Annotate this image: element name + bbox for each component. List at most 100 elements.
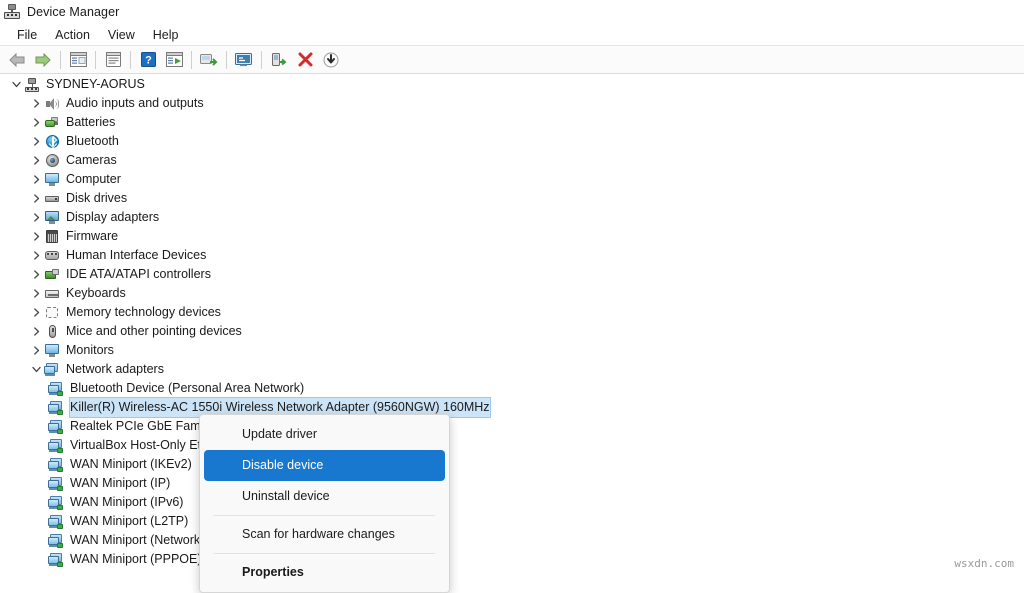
menu-item-action[interactable]: Action [46,26,99,44]
context-menu-item-properties[interactable]: Properties [204,557,445,588]
computer-root-icon [24,77,41,93]
tree-item-label: Killer(R) Wireless-AC 1550i Wireless Net… [70,400,490,414]
context-menu-item-scan-for-hardware-changes[interactable]: Scan for hardware changes [204,519,445,550]
toolbar-separator [130,51,131,69]
back-button[interactable] [4,48,30,72]
tree-item-batteries[interactable]: Batteries [0,113,1024,132]
tree-item-audio-inputs-and-outputs[interactable]: Audio inputs and outputs [0,94,1024,113]
disk-drive-icon [44,191,61,207]
tree-item-network-device[interactable]: WAN Miniport (IKEv2) [0,455,1024,474]
tree-item-label: IDE ATA/ATAPI controllers [66,265,211,284]
tree-item-root[interactable]: SYDNEY-AORUS [0,75,1024,94]
context-menu[interactable]: Update driver Disable device Uninstall d… [199,414,450,593]
toolbar-separator [95,51,96,69]
network-device-icon [48,533,65,549]
chevron-right-icon[interactable] [28,341,44,360]
tree-item-cameras[interactable]: Cameras [0,151,1024,170]
menu-item-view[interactable]: View [99,26,144,44]
tree-item-network-device[interactable]: Bluetooth Device (Personal Area Network) [0,379,1024,398]
mouse-icon [44,324,61,340]
forward-button[interactable] [30,48,56,72]
toolbar: ? [0,46,1024,74]
tree-item-label: Disk drives [66,189,127,208]
tree-item-network-device[interactable]: WAN Miniport (PPPOE) [0,550,1024,569]
tree-item-network-device-selected[interactable]: Killer(R) Wireless-AC 1550i Wireless Net… [0,398,1024,417]
chevron-right-icon[interactable] [28,303,44,322]
chevron-down-icon[interactable] [28,360,44,379]
download-button[interactable] [318,48,344,72]
device-tree[interactable]: SYDNEY-AORUS Audio inputs and outputs Ba… [0,75,1024,576]
chevron-right-icon[interactable] [28,265,44,284]
chevron-right-icon[interactable] [28,322,44,341]
toolbar-separator [261,51,262,69]
chevron-right-icon[interactable] [28,208,44,227]
tree-item-label: Monitors [66,341,114,360]
context-menu-item-disable-device[interactable]: Disable device [204,450,445,481]
tree-item-network-device[interactable]: WAN Miniport (Network Monitor) [0,531,1024,550]
properties-button[interactable] [100,48,126,72]
menu-item-help[interactable]: Help [144,26,188,44]
chevron-right-icon[interactable] [28,227,44,246]
network-device-icon [48,514,65,530]
tree-item-label: WAN Miniport (IP) [70,476,170,490]
firmware-icon [44,229,61,245]
chevron-right-icon[interactable] [28,113,44,132]
tree-item-mice-and-other-pointing-devices[interactable]: Mice and other pointing devices [0,322,1024,341]
context-menu-item-update-driver[interactable]: Update driver [204,419,445,450]
network-device-icon [48,400,65,416]
tree-item-computer[interactable]: Computer [0,170,1024,189]
context-menu-item-uninstall-device[interactable]: Uninstall device [204,481,445,512]
chevron-right-icon[interactable] [28,94,44,113]
tree-item-network-device[interactable]: WAN Miniport (IP) [0,474,1024,493]
scan-hardware-changes-button[interactable] [266,48,292,72]
window-title: Device Manager [27,5,119,19]
tree-item-label: Bluetooth [66,132,119,151]
tree-item-label: Bluetooth Device (Personal Area Network) [70,381,304,395]
tree-item-label: Keyboards [66,284,126,303]
chevron-right-icon[interactable] [28,151,44,170]
chevron-down-icon[interactable] [8,75,24,94]
tree-item-monitors[interactable]: Monitors [0,341,1024,360]
uninstall-device-button[interactable] [231,48,257,72]
monitor-icon [44,172,61,188]
tree-item-memory-technology-devices[interactable]: Memory technology devices [0,303,1024,322]
tree-item-disk-drives[interactable]: Disk drives [0,189,1024,208]
toolbar-separator [226,51,227,69]
tree-item-label: SYDNEY-AORUS [46,75,145,94]
tree-item-label: WAN Miniport (IKEv2) [70,457,192,471]
tree-item-human-interface-devices[interactable]: Human Interface Devices [0,246,1024,265]
tree-item-network-device[interactable]: Realtek PCIe GbE Family Controller [0,417,1024,436]
chevron-right-icon[interactable] [28,170,44,189]
battery-icon [44,115,61,131]
disable-device-button[interactable] [196,48,222,72]
tree-item-firmware[interactable]: Firmware [0,227,1024,246]
toolbar-separator [191,51,192,69]
help-button[interactable]: ? [135,48,161,72]
tree-item-label: WAN Miniport (IPv6) [70,495,183,509]
context-menu-separator [214,515,435,516]
tree-item-label: WAN Miniport (PPPOE) [70,552,202,566]
chevron-right-icon[interactable] [28,284,44,303]
tree-item-network-device[interactable]: VirtualBox Host-Only Ethernet Adapter [0,436,1024,455]
tree-item-label: Memory technology devices [66,303,221,322]
tree-item-keyboards[interactable]: Keyboards [0,284,1024,303]
tree-item-display-adapters[interactable]: Display adapters [0,208,1024,227]
tree-item-network-device[interactable]: WAN Miniport (L2TP) [0,512,1024,531]
memory-icon [44,305,61,321]
menu-item-file[interactable]: File [8,26,46,44]
chevron-right-icon[interactable] [28,189,44,208]
tree-item-ide-ata-atapi-controllers[interactable]: IDE ATA/ATAPI controllers [0,265,1024,284]
tree-item-label: Human Interface Devices [66,246,206,265]
chevron-right-icon[interactable] [28,132,44,151]
network-device-icon [48,438,65,454]
monitor-icon [44,343,61,359]
tree-item-label: Batteries [66,113,115,132]
chevron-right-icon[interactable] [28,246,44,265]
tree-item-bluetooth[interactable]: Bluetooth [0,132,1024,151]
tree-item-network-adapters[interactable]: Network adapters [0,360,1024,379]
remove-device-button[interactable] [292,48,318,72]
update-driver-button[interactable] [161,48,187,72]
display-adapter-icon [44,210,61,226]
tree-item-network-device[interactable]: WAN Miniport (IPv6) [0,493,1024,512]
show-hide-console-tree-button[interactable] [65,48,91,72]
